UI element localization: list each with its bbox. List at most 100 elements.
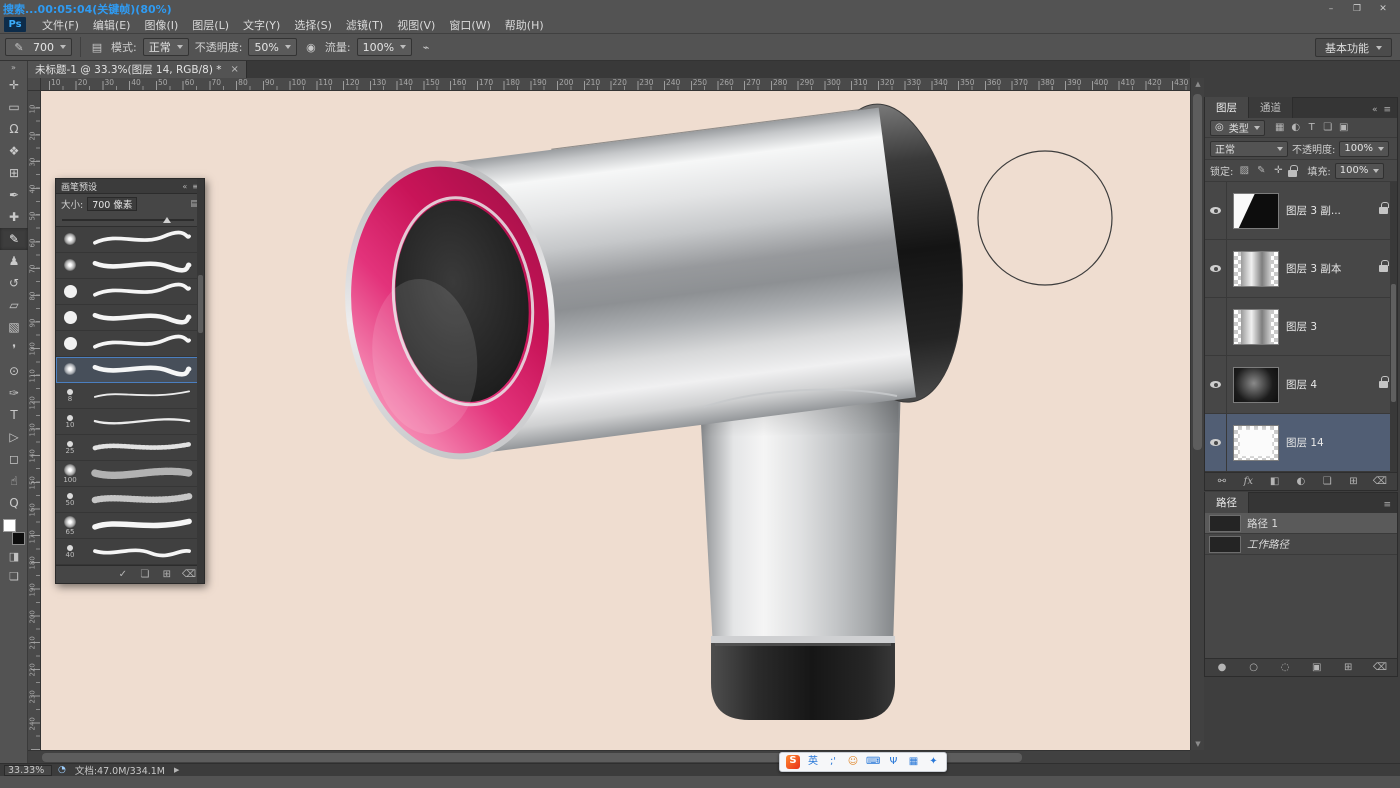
horizontal-ruler[interactable]: 1020304050607080901001101201301401501601…	[41, 78, 1190, 91]
shape-tool[interactable]: ◻	[0, 448, 28, 470]
zoom-level-input[interactable]: 33.33%	[4, 765, 52, 776]
menu-item-9[interactable]: 窗口(W)	[442, 16, 497, 33]
brush-preset-row[interactable]: 50	[56, 487, 204, 513]
keyboard-icon[interactable]: ⌨	[866, 756, 880, 768]
layer-style-icon[interactable]: fx	[1241, 476, 1255, 488]
lock-all-icon[interactable]	[1288, 170, 1297, 177]
menu-item-8[interactable]: 视图(V)	[390, 16, 442, 33]
airbrush-icon[interactable]: ⌁	[418, 41, 434, 54]
scroll-up-icon[interactable]: ▲	[1191, 80, 1205, 88]
close-tab-icon[interactable]: ×	[231, 64, 239, 75]
layer-visibility-toggle[interactable]	[1205, 240, 1227, 297]
blur-tool[interactable]: ❜	[0, 338, 28, 360]
link-layers-icon[interactable]: ⚯	[1215, 476, 1229, 488]
tab-paths[interactable]: 路径	[1205, 492, 1249, 513]
healing-brush-tool[interactable]: ✚	[0, 206, 28, 228]
menu-item-3[interactable]: 图像(I)	[137, 16, 185, 33]
layer-name[interactable]: 图层 4	[1286, 377, 1317, 392]
brush-preset-row[interactable]	[56, 305, 204, 331]
minimize-button[interactable]: –	[1318, 2, 1344, 16]
ruler-corner[interactable]	[28, 78, 41, 91]
delete-layer-icon[interactable]: ⌫	[1373, 476, 1387, 488]
path-name[interactable]: 工作路径	[1247, 537, 1289, 552]
foreground-color-swatch[interactable]	[3, 519, 16, 532]
zoom-tool[interactable]: Q	[0, 492, 28, 514]
lock-position-icon[interactable]: ✛	[1271, 165, 1285, 177]
filter-pixel-layers-icon[interactable]: ▦	[1273, 122, 1287, 134]
new-brush-icon[interactable]: ⊞	[160, 569, 174, 581]
layer-name[interactable]: 图层 14	[1286, 435, 1324, 450]
menu-item-2[interactable]: 编辑(E)	[86, 16, 138, 33]
quick-selection-tool[interactable]: ❖	[0, 140, 28, 162]
color-swatches[interactable]	[0, 518, 28, 546]
layer-name[interactable]: 图层 3 副...	[1286, 203, 1341, 218]
brush-preset-row[interactable]: 25	[56, 435, 204, 461]
layer-visibility-toggle[interactable]	[1205, 182, 1227, 239]
vertical-scrollbar[interactable]: ▲ ▼	[1190, 78, 1204, 750]
horizontal-scrollbar[interactable]	[28, 750, 1190, 763]
maximize-button[interactable]: ❐	[1344, 2, 1370, 16]
add-mask-icon[interactable]: ◧	[1268, 476, 1282, 488]
collapse-dock-icon[interactable]: «	[1372, 105, 1378, 115]
screen-mode-button[interactable]: ❏	[0, 566, 28, 586]
brush-preset-row[interactable]: 65	[56, 513, 204, 539]
history-brush-tool[interactable]: ↺	[0, 272, 28, 294]
delete-path-icon[interactable]: ⌫	[1373, 662, 1387, 674]
toolbox-icon[interactable]: ▦	[906, 756, 920, 768]
background-color-swatch[interactable]	[12, 532, 25, 545]
tab-图层[interactable]: 图层	[1205, 97, 1249, 118]
path-row[interactable]: 工作路径	[1205, 534, 1397, 555]
pressure-opacity-icon[interactable]: ◉	[303, 41, 319, 54]
menu-item-7[interactable]: 滤镜(T)	[339, 16, 390, 33]
stroke-path-icon[interactable]: ○	[1247, 662, 1261, 674]
workspace-switcher-button[interactable]: 基本功能	[1315, 38, 1392, 57]
close-button[interactable]: ✕	[1370, 2, 1396, 16]
layer-row[interactable]: 图层 4	[1205, 356, 1397, 414]
path-mask-icon[interactable]: ▣	[1310, 662, 1324, 674]
brush-preset-row[interactable]: 40	[56, 539, 204, 565]
path-name[interactable]: 路径 1	[1247, 516, 1278, 531]
menu-item-10[interactable]: 帮助(H)	[498, 16, 551, 33]
brush-preset-row[interactable]	[56, 331, 204, 357]
wrench-icon[interactable]: ✦	[926, 756, 940, 768]
layer-row[interactable]: 图层 3	[1205, 298, 1397, 356]
panel-menu-icon[interactable]: ≡	[1383, 105, 1391, 115]
fill-path-icon[interactable]: ●	[1215, 662, 1229, 674]
brush-preset-row[interactable]: 8	[56, 383, 204, 409]
filter-adjustment-layers-icon[interactable]: ◐	[1289, 122, 1303, 134]
layer-row[interactable]: 图层 14	[1205, 414, 1397, 472]
punctuation-icon[interactable]: ;'	[826, 756, 840, 768]
adjustment-layer-icon[interactable]: ◐	[1294, 476, 1308, 488]
blend-mode-select[interactable]: 正常	[143, 38, 189, 56]
lock-pixels-icon[interactable]: ✎	[1254, 165, 1268, 177]
brush-list-scrollbar[interactable]	[197, 179, 204, 583]
eye-icon[interactable]	[1210, 265, 1221, 272]
layer-name[interactable]: 图层 3	[1286, 319, 1317, 334]
collapse-panel-icon[interactable]: «	[182, 182, 187, 191]
eye-icon[interactable]	[1210, 439, 1221, 446]
filter-type-layers-icon[interactable]: T	[1305, 122, 1319, 134]
eyedropper-tool[interactable]: ✒	[0, 184, 28, 206]
layer-opacity-select[interactable]: 100%	[1339, 141, 1389, 157]
brush-size-input[interactable]: 700 像素	[87, 197, 137, 211]
menu-item-5[interactable]: 文字(Y)	[236, 16, 287, 33]
filter-type-select[interactable]: ◎ 类型	[1210, 120, 1265, 136]
layer-visibility-toggle[interactable]	[1205, 356, 1227, 413]
eye-icon[interactable]	[1210, 381, 1221, 388]
marquee-tool[interactable]: ▭	[0, 96, 28, 118]
type-tool[interactable]: T	[0, 404, 28, 426]
dodge-tool[interactable]: ⊙	[0, 360, 28, 382]
layer-name[interactable]: 图层 3 副本	[1286, 261, 1341, 276]
brush-preset-row[interactable]	[56, 253, 204, 279]
load-selection-icon[interactable]: ◌	[1278, 662, 1292, 674]
status-menu-arrow-icon[interactable]: ▶	[174, 766, 179, 774]
layers-scrollbar[interactable]	[1390, 182, 1397, 472]
menu-item-4[interactable]: 图层(L)	[185, 16, 236, 33]
toggle-brush-panel-icon[interactable]: ▤	[89, 41, 105, 54]
emoji-icon[interactable]: ☺	[846, 756, 860, 768]
lasso-tool[interactable]: Ω	[0, 118, 28, 140]
brush-preset-row[interactable]	[56, 227, 204, 253]
pen-tool[interactable]: ✑	[0, 382, 28, 404]
brush-panel-header[interactable]: 画笔预设 « ≡	[56, 179, 204, 194]
slider-thumb[interactable]	[163, 217, 171, 223]
